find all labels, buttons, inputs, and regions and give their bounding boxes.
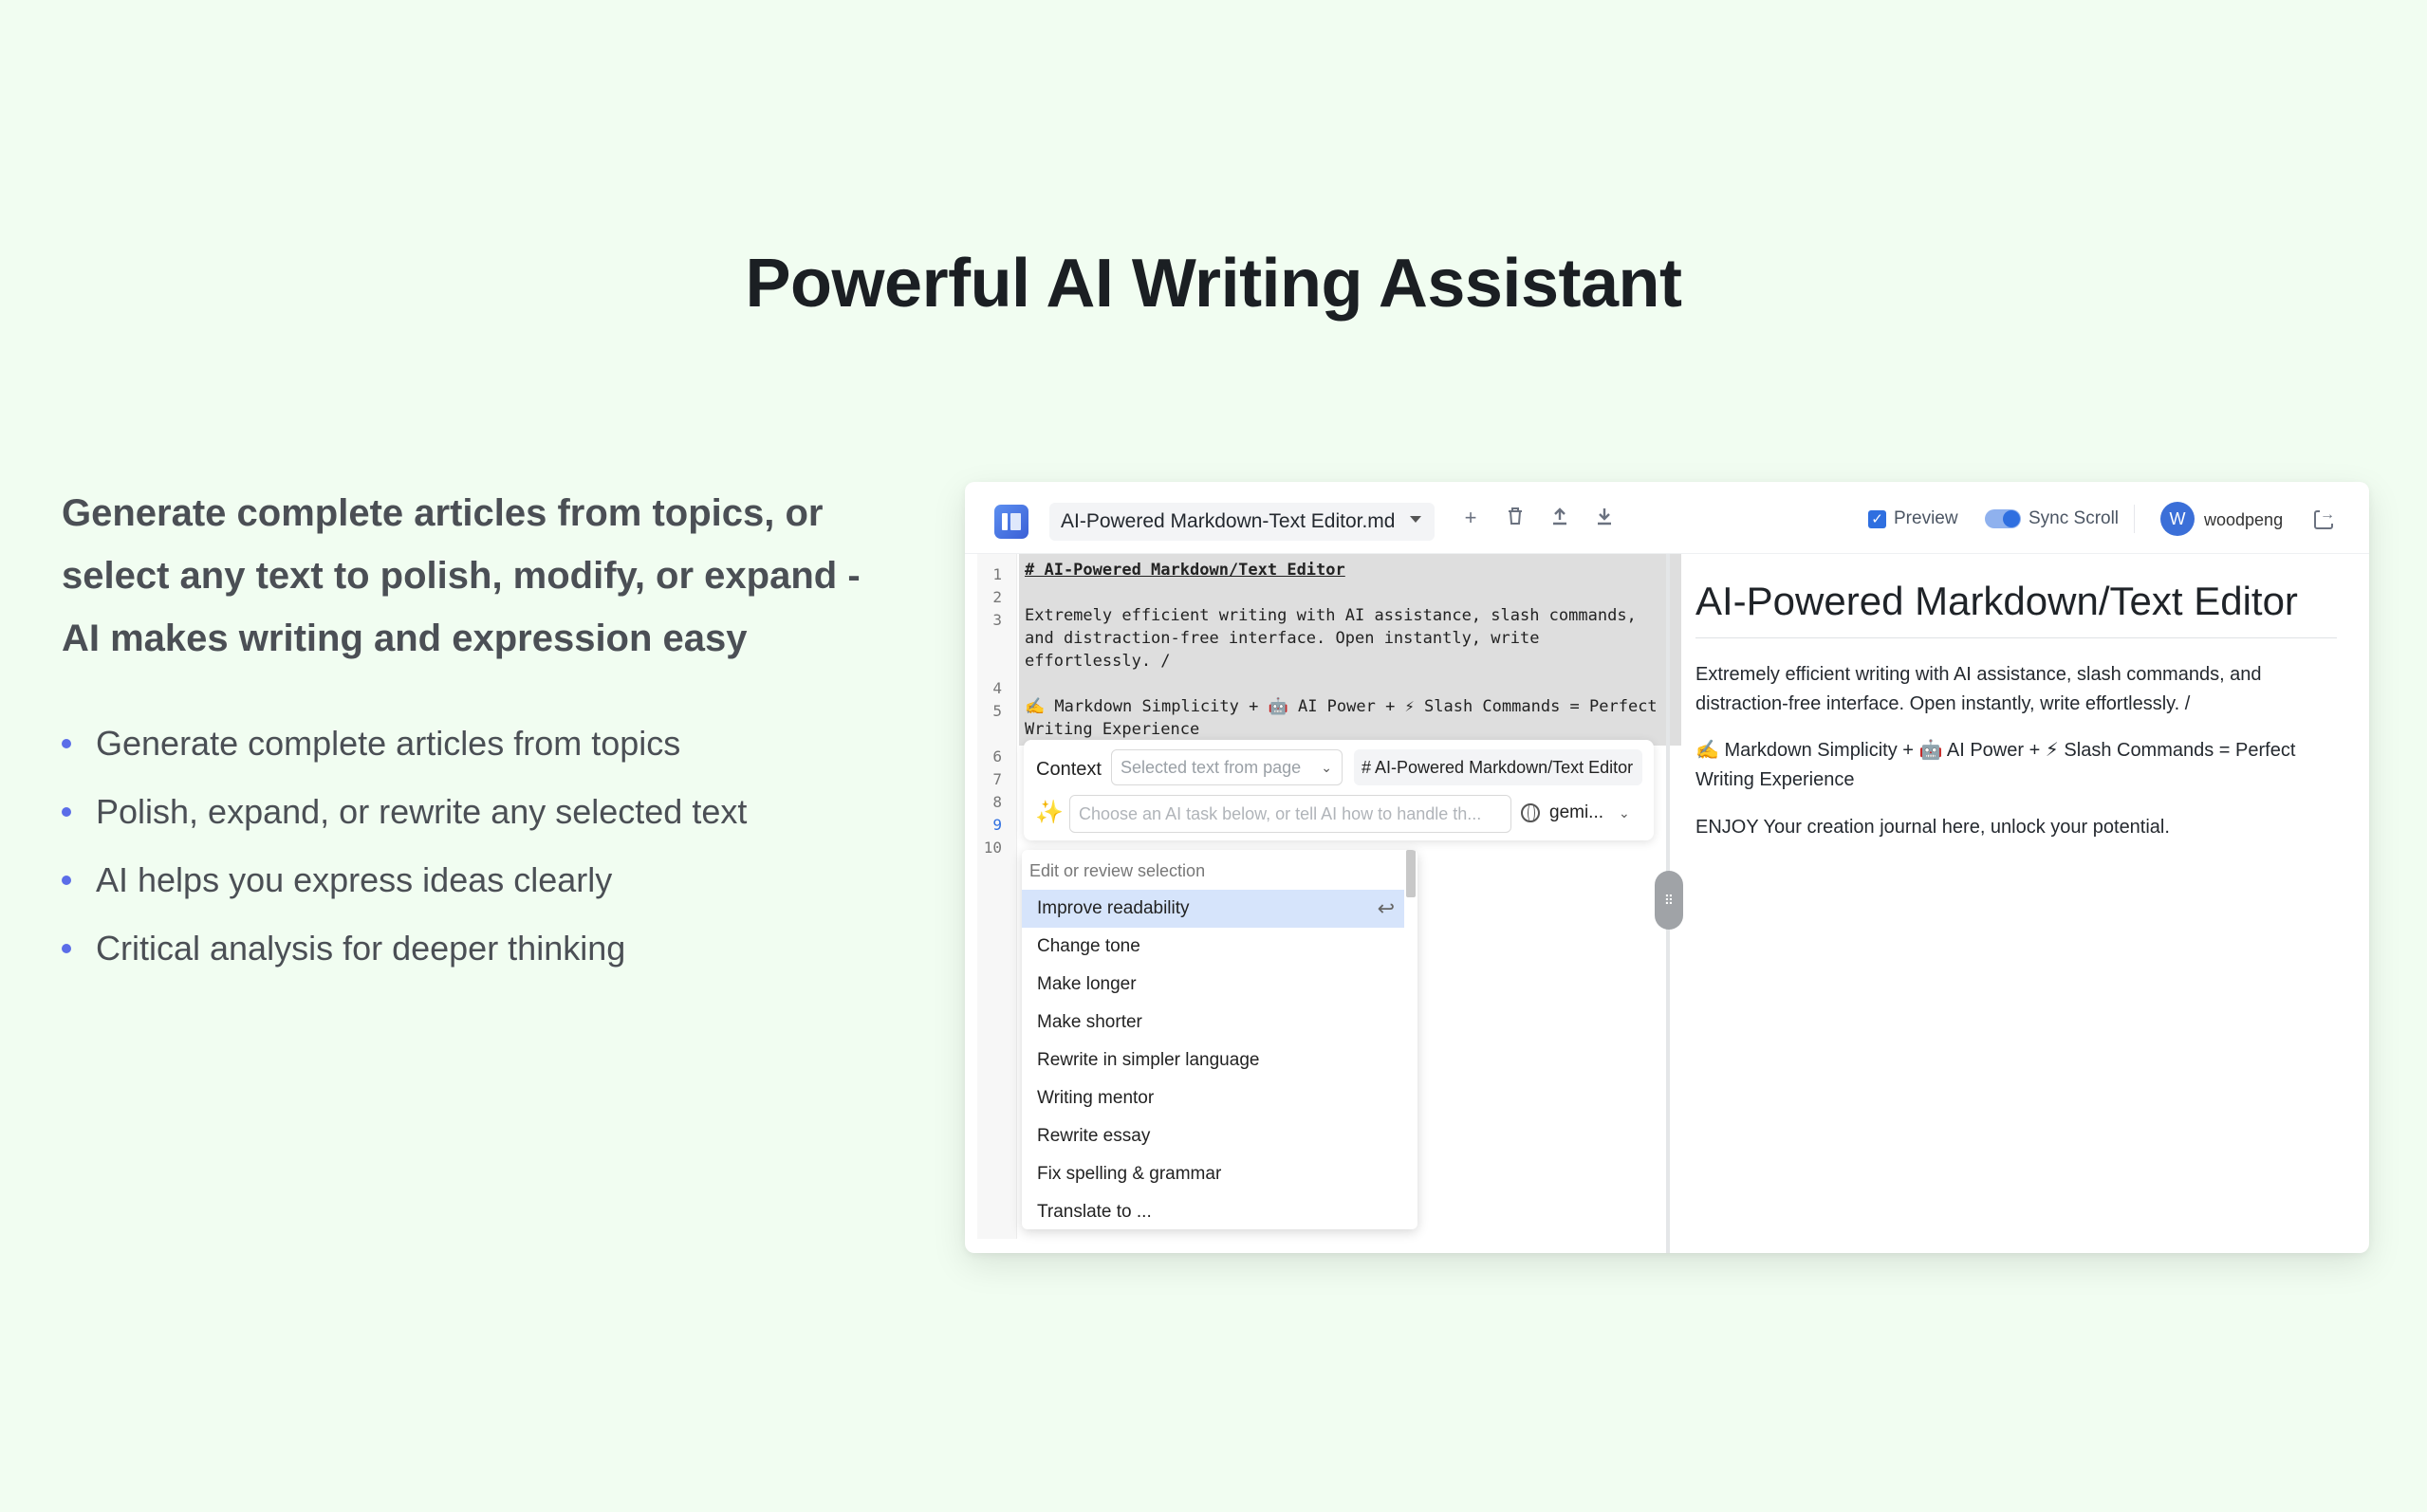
enter-icon: ↩ <box>1377 896 1395 920</box>
preview-paragraph: ENJOY Your creation journal here, unlock… <box>1695 817 2170 838</box>
username[interactable]: woodpeng <box>2204 510 2283 530</box>
menu-item-fix-spelling[interactable]: Fix spelling & grammar <box>1022 1155 1404 1193</box>
logout-icon[interactable] <box>2314 507 2335 529</box>
bullet-icon <box>62 944 71 953</box>
preview-paragraph: Extremely efficient writing with AI assi… <box>1695 664 2262 714</box>
ai-context-panel: Context Selected text from page ⌄ # AI-P… <box>1024 740 1654 840</box>
ai-task-input[interactable]: Choose an AI task below, or tell AI how … <box>1069 795 1511 833</box>
line-number: 8 <box>992 793 1002 811</box>
line-number: 7 <box>992 770 1002 788</box>
bullet-icon <box>62 876 71 885</box>
ai-task-menu: Edit or review selection Improve readabi… <box>1022 850 1417 1229</box>
download-icon[interactable] <box>1593 507 1616 529</box>
preview-heading: AI-Powered Markdown/Text Editor <box>1695 579 2298 623</box>
feature-item: AI helps you express ideas clearly <box>62 846 747 914</box>
code-line[interactable]: ✍️ Markdown Simplicity + 🤖 AI Power + ⚡ … <box>1025 695 1658 718</box>
line-number: 1 <box>992 565 1002 583</box>
feature-item: Critical analysis for deeper thinking <box>62 914 747 983</box>
context-select[interactable]: Selected text from page ⌄ <box>1111 749 1343 785</box>
toolbar: AI-Powered Markdown-Text Editor.md + ✓ P… <box>965 482 2369 554</box>
menu-item-rewrite-essay[interactable]: Rewrite essay <box>1022 1117 1404 1155</box>
intro-text: Generate complete articles from topics, … <box>62 492 861 659</box>
line-number: 6 <box>992 747 1002 765</box>
menu-item-translate[interactable]: Translate to ... <box>1022 1193 1404 1229</box>
line-gutter: 1 2 3 4 5 6 7 8 9 10 <box>977 554 1017 1239</box>
line-number: 4 <box>992 679 1002 697</box>
menu-item-simpler-language[interactable]: Rewrite in simpler language <box>1022 1042 1404 1079</box>
line-number: 3 <box>992 611 1002 629</box>
editor-app-window: AI-Powered Markdown-Text Editor.md + ✓ P… <box>965 482 2369 1253</box>
chevron-down-icon <box>1410 516 1421 523</box>
context-text: # AI-Powered Markdown/Text Editor <box>1354 749 1642 785</box>
chevron-down-icon: ⌄ <box>1619 804 1630 821</box>
code-line[interactable]: effortlessly. / <box>1025 650 1171 673</box>
chevron-down-icon: ⌄ <box>1321 760 1332 775</box>
bullet-icon <box>62 807 71 817</box>
globe-icon <box>1521 803 1540 822</box>
line-number: 10 <box>983 839 1002 857</box>
trash-icon[interactable] <box>1504 507 1527 529</box>
line-number-active: 9 <box>992 816 1002 834</box>
code-line[interactable]: Extremely efficient writing with AI assi… <box>1025 604 1637 627</box>
toggle-switch[interactable] <box>1985 509 2021 528</box>
plus-icon[interactable]: + <box>1459 507 1482 529</box>
context-label: Context <box>1036 759 1102 780</box>
magic-wand-icon: ✨ <box>1035 800 1064 825</box>
menu-item-make-longer[interactable]: Make longer <box>1022 966 1404 1004</box>
feature-list: Generate complete articles from topics P… <box>62 710 747 983</box>
menu-header: Edit or review selection <box>1029 861 1206 880</box>
feature-item: Generate complete articles from topics <box>62 710 747 778</box>
code-line[interactable]: and distraction-free interface. Open ins… <box>1025 627 1539 650</box>
upload-icon[interactable] <box>1548 507 1571 529</box>
preview-paragraph: ✍️ Markdown Simplicity + 🤖 AI Power + ⚡ … <box>1695 740 2296 790</box>
code-line[interactable]: # AI-Powered Markdown/Text Editor <box>1025 559 1345 581</box>
preview-toggle[interactable]: ✓ Preview <box>1868 508 1958 529</box>
checkbox-icon[interactable]: ✓ <box>1868 509 1886 528</box>
menu-item-make-shorter[interactable]: Make shorter <box>1022 1004 1404 1042</box>
menu-item-improve-readability[interactable]: Improve readability ↩ <box>1022 890 1404 928</box>
menu-scrollbar[interactable] <box>1406 850 1416 897</box>
code-line[interactable]: Writing Experience <box>1025 718 1199 741</box>
line-number: 5 <box>992 702 1002 720</box>
file-select[interactable]: AI-Powered Markdown-Text Editor.md <box>1049 503 1435 541</box>
bullet-icon <box>62 739 71 748</box>
app-logo-icon[interactable] <box>994 505 1028 539</box>
model-select[interactable]: gemi... ⌄ <box>1521 802 1630 823</box>
toolbar-divider <box>2134 505 2135 533</box>
heading-rule <box>1695 637 2337 638</box>
avatar[interactable]: W <box>2160 502 2195 536</box>
drag-handle-icon[interactable]: ⠿ <box>1655 871 1683 930</box>
menu-item-change-tone[interactable]: Change tone <box>1022 928 1404 966</box>
page-title: Powerful AI Writing Assistant <box>745 246 1682 322</box>
line-number: 2 <box>992 588 1002 606</box>
sync-scroll-toggle[interactable]: Sync Scroll <box>1985 508 2119 529</box>
menu-item-writing-mentor[interactable]: Writing mentor <box>1022 1079 1404 1117</box>
feature-item: Polish, expand, or rewrite any selected … <box>62 778 747 846</box>
